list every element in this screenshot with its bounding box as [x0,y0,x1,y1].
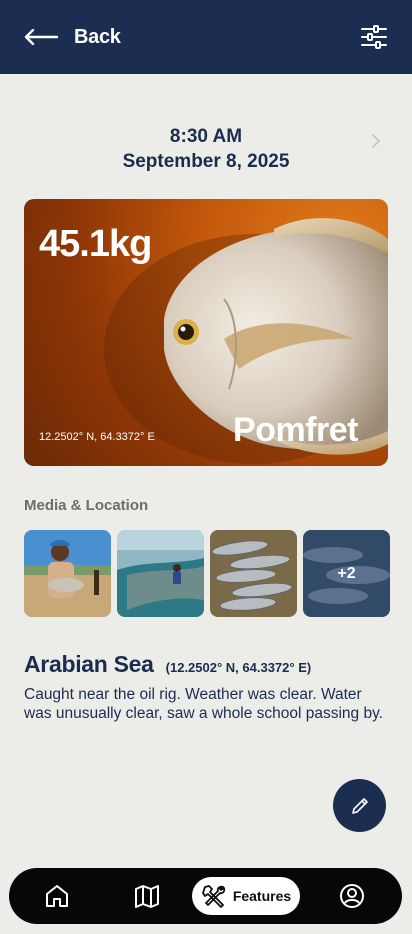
catch-notes: Caught near the oil rig. Weather was cle… [24,686,383,722]
top-app-bar: Back [0,0,412,74]
catch-weight: 45.1kg [39,223,152,265]
back-label: Back [74,25,121,48]
media-thumbnails: +2 [24,530,390,617]
more-media-count: +2 [337,564,356,582]
back-button[interactable]: Back [24,26,121,49]
entry-date: September 8, 2025 [122,151,290,172]
pencil-icon [351,797,368,814]
catch-species: Pomfret [233,411,358,449]
tab-features-label: Features [232,888,292,904]
catch-coordinates: 12.2502° N, 64.3372° E [39,431,155,443]
media-thumb-boat[interactable] [117,530,204,617]
media-thumb-more[interactable]: +2 [303,530,390,617]
tab-home[interactable] [43,882,71,910]
location-heading: Arabian Sea (12.2502° N, 64.3372° E) [24,651,311,678]
sliders-icon[interactable] [360,23,388,51]
media-thumb-fisherman[interactable] [24,530,111,617]
tools-icon [201,885,225,908]
media-section-label: Media & Location [24,497,149,514]
media-thumb-fish-pile[interactable] [210,530,297,617]
catch-hero-card[interactable]: 45.1kg 12.2502° N, 64.3372° E Pomfret [24,199,388,466]
tab-profile[interactable] [338,882,366,910]
entry-time: 8:30 AM [169,126,243,147]
home-icon [46,885,68,907]
bottom-tab-bar: Features [9,868,402,924]
profile-icon [340,884,364,908]
tab-map[interactable] [133,882,161,910]
location-name: Arabian Sea [24,651,154,677]
edit-button[interactable] [333,779,386,832]
arrow-left-icon [24,29,58,45]
chevron-right-icon[interactable] [370,133,382,149]
location-coordinates: (12.2502° N, 64.3372° E) [165,660,312,675]
tab-features[interactable]: Features [192,877,300,915]
entry-datetime: 8:30 AM September 8, 2025 [0,124,412,174]
map-icon [135,885,159,908]
